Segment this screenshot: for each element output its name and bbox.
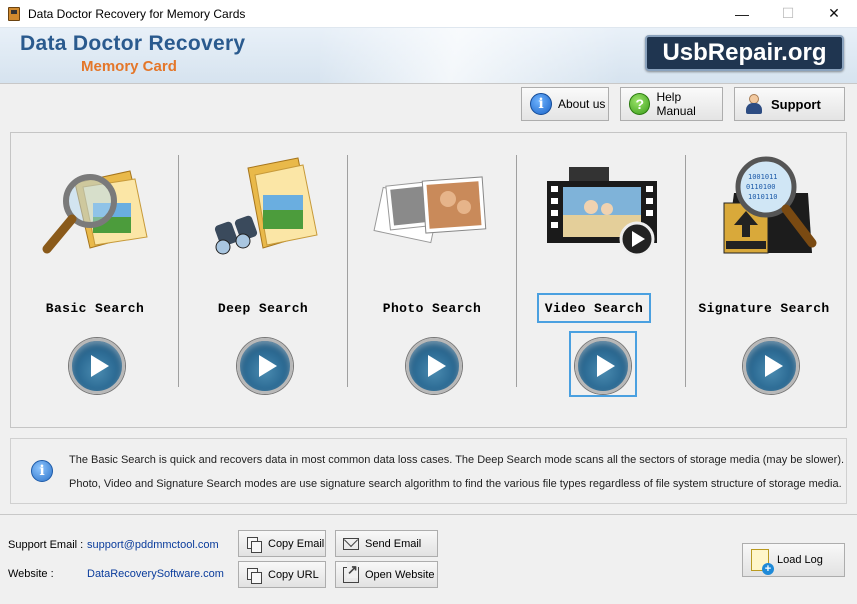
external-link-icon [343,561,359,583]
info-icon: i [530,93,552,115]
copy-icon [246,567,262,584]
help-manual-button[interactable]: ? Help Manual [620,87,723,121]
maximize-button[interactable]: ☐ [765,0,811,27]
support-label: Support [771,96,821,112]
load-log-button[interactable]: Load Log [742,543,845,577]
copy-icon [246,536,262,553]
memory-card-magnifier-icon: 1001011 0110100 1010110 [723,156,817,254]
search-label-deep: Deep Search [217,300,309,316]
start-signature-search-button[interactable] [743,338,799,394]
svg-text:0110100: 0110100 [746,183,776,191]
window-controls: — ☐ ✕ [719,0,857,27]
close-button[interactable]: ✕ [811,0,857,27]
open-website-label: Open Website [365,568,435,581]
window-title: Data Doctor Recovery for Memory Cards [28,6,246,21]
play-icon [427,355,446,377]
copy-url-button[interactable]: Copy URL [238,561,326,588]
info-text-line-1: The Basic Search is quick and recovers d… [69,454,845,466]
website-label: Website : [8,568,54,580]
play-icon [764,355,783,377]
help-icon: ? [629,93,651,115]
magnifier-folder-icon [42,170,148,254]
usbrepair-logo: UsbRepair.org [645,35,844,71]
about-us-button[interactable]: i About us [521,87,609,121]
start-basic-search-button[interactable] [69,338,125,394]
info-panel: i The Basic Search is quick and recovers… [10,438,847,504]
envelope-icon [343,537,359,550]
play-icon [258,355,277,377]
support-email-label: Support Email : [8,539,84,551]
brand-title: Data Doctor Recovery [20,32,246,55]
search-mode-panel: Basic Search Deep Search Photo Search Vi… [10,132,847,428]
search-option-photo: Photo Search [348,133,516,427]
start-video-search-button[interactable] [575,338,631,394]
support-button[interactable]: Support [734,87,845,121]
search-option-basic: Basic Search [11,133,179,427]
binoculars-folder-icon [214,157,318,255]
search-label-photo: Photo Search [382,300,482,316]
copy-email-button[interactable]: Copy Email [238,530,326,557]
copy-email-label: Copy Email [268,537,325,550]
log-file-icon [751,549,774,575]
header-banner: Data Doctor Recovery Memory Card UsbRepa… [0,27,857,84]
info-icon: i [31,460,53,482]
svg-text:1010110: 1010110 [748,193,778,201]
footer: Support Email : support@pddmmctool.com W… [0,514,857,604]
search-option-signature: 1001011 0110100 1010110 Signature Search [680,133,848,427]
title-bar: Data Doctor Recovery for Memory Cards — … [0,0,857,27]
send-email-label: Send Email [365,537,422,550]
svg-text:1001011: 1001011 [748,173,778,181]
start-photo-search-button[interactable] [406,338,462,394]
play-icon [90,355,109,377]
search-label-basic: Basic Search [45,300,145,316]
load-log-label: Load Log [777,554,823,566]
brand-subtitle: Memory Card [81,58,177,75]
top-toolbar: i About us ? Help Manual Support [0,83,857,125]
website-link[interactable]: DataRecoverySoftware.com [87,568,224,580]
copy-url-label: Copy URL [268,568,319,581]
play-icon [596,355,615,377]
search-label-signature: Signature Search [698,300,830,316]
start-deep-search-button[interactable] [237,338,293,394]
info-text-line-2: Photo, Video and Signature Search modes … [69,478,842,490]
help-manual-label: Help Manual [656,90,696,118]
person-icon [743,93,765,115]
app-icon [6,6,22,22]
minimize-button[interactable]: — [719,0,765,27]
open-website-button[interactable]: Open Website [335,561,438,588]
send-email-button[interactable]: Send Email [335,530,438,557]
video-film-icon [547,167,657,257]
photos-icon [373,176,487,244]
support-email-link[interactable]: support@pddmmctool.com [87,539,219,551]
about-us-label: About us [558,97,606,111]
search-label-video: Video Search [537,293,651,323]
search-option-video: Video Search [517,133,685,427]
search-option-deep: Deep Search [179,133,347,427]
